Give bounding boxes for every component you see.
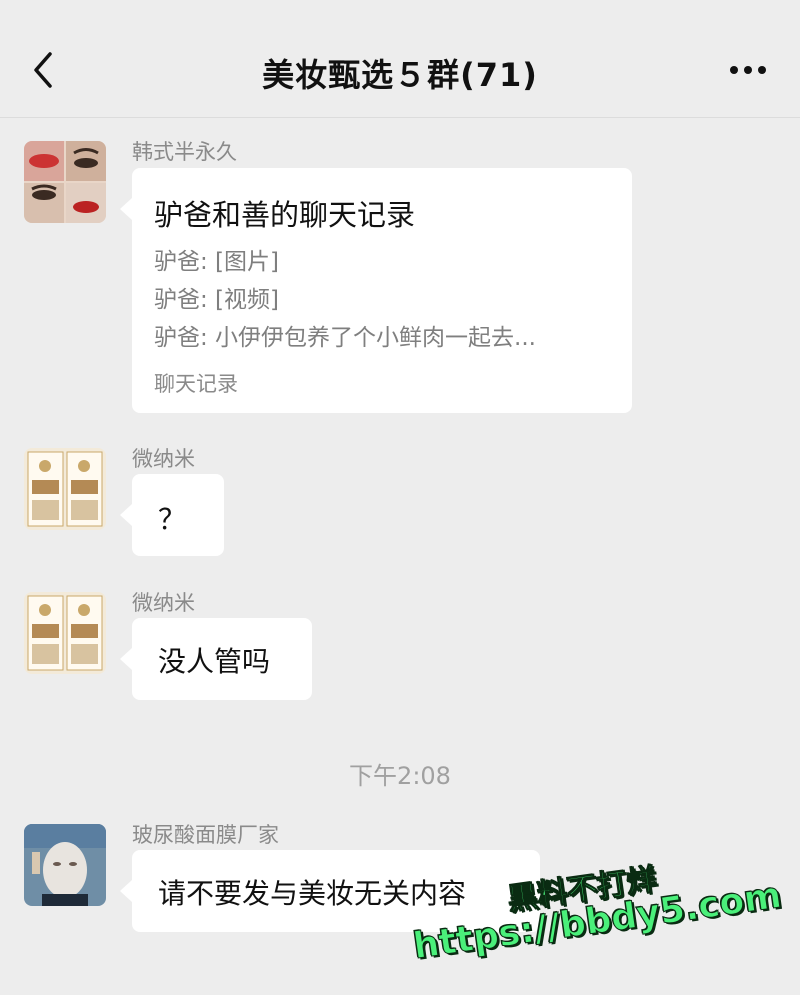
avatar-brand-poster-image: [24, 592, 106, 674]
chat-header: 美妆甄选５群(71): [0, 0, 800, 118]
message-timestamp: 下午2:08: [349, 762, 451, 790]
sender-name: 韩式半永久: [132, 140, 237, 164]
sender-name: 微纳米: [132, 447, 195, 471]
chat-record-line: 驴爸: [图片]: [154, 249, 280, 275]
chat-record-line: 驴爸: [视频]: [154, 287, 280, 313]
chat-record-line: 驴爸: 小伊伊包养了个小鲜肉一起去...: [154, 325, 536, 351]
sender-name: 微纳米: [132, 591, 195, 615]
chat-record-card[interactable]: 驴爸和善的聊天记录 驴爸: [图片] 驴爸: [视频] 驴爸: 小伊伊包养了个小…: [120, 168, 632, 413]
message-bubble[interactable]: 没人管吗: [120, 618, 312, 700]
more-button[interactable]: [726, 56, 770, 84]
chat-record-title: 驴爸和善的聊天记录: [154, 198, 416, 232]
chat-record-footer: 聊天记录: [154, 372, 238, 396]
avatar-hyaluronic-mask-factory[interactable]: [24, 824, 106, 906]
avatar-makeup-image: [24, 141, 106, 223]
message-text: ？: [158, 503, 187, 536]
chat-title: 美妆甄选５群(71): [262, 56, 538, 94]
more-dots-icon: [730, 66, 766, 74]
avatar-brand-poster-image: [24, 448, 106, 530]
message-bubble[interactable]: ？: [120, 474, 224, 556]
avatar-weinami[interactable]: [24, 448, 106, 530]
message-text: 没人管吗: [158, 645, 271, 678]
sender-name: 玻尿酸面膜厂家: [132, 823, 279, 847]
avatar-korean-semi-permanent[interactable]: [24, 141, 106, 223]
avatar-weinami[interactable]: [24, 592, 106, 674]
avatar-person-mask-image: [24, 824, 106, 906]
